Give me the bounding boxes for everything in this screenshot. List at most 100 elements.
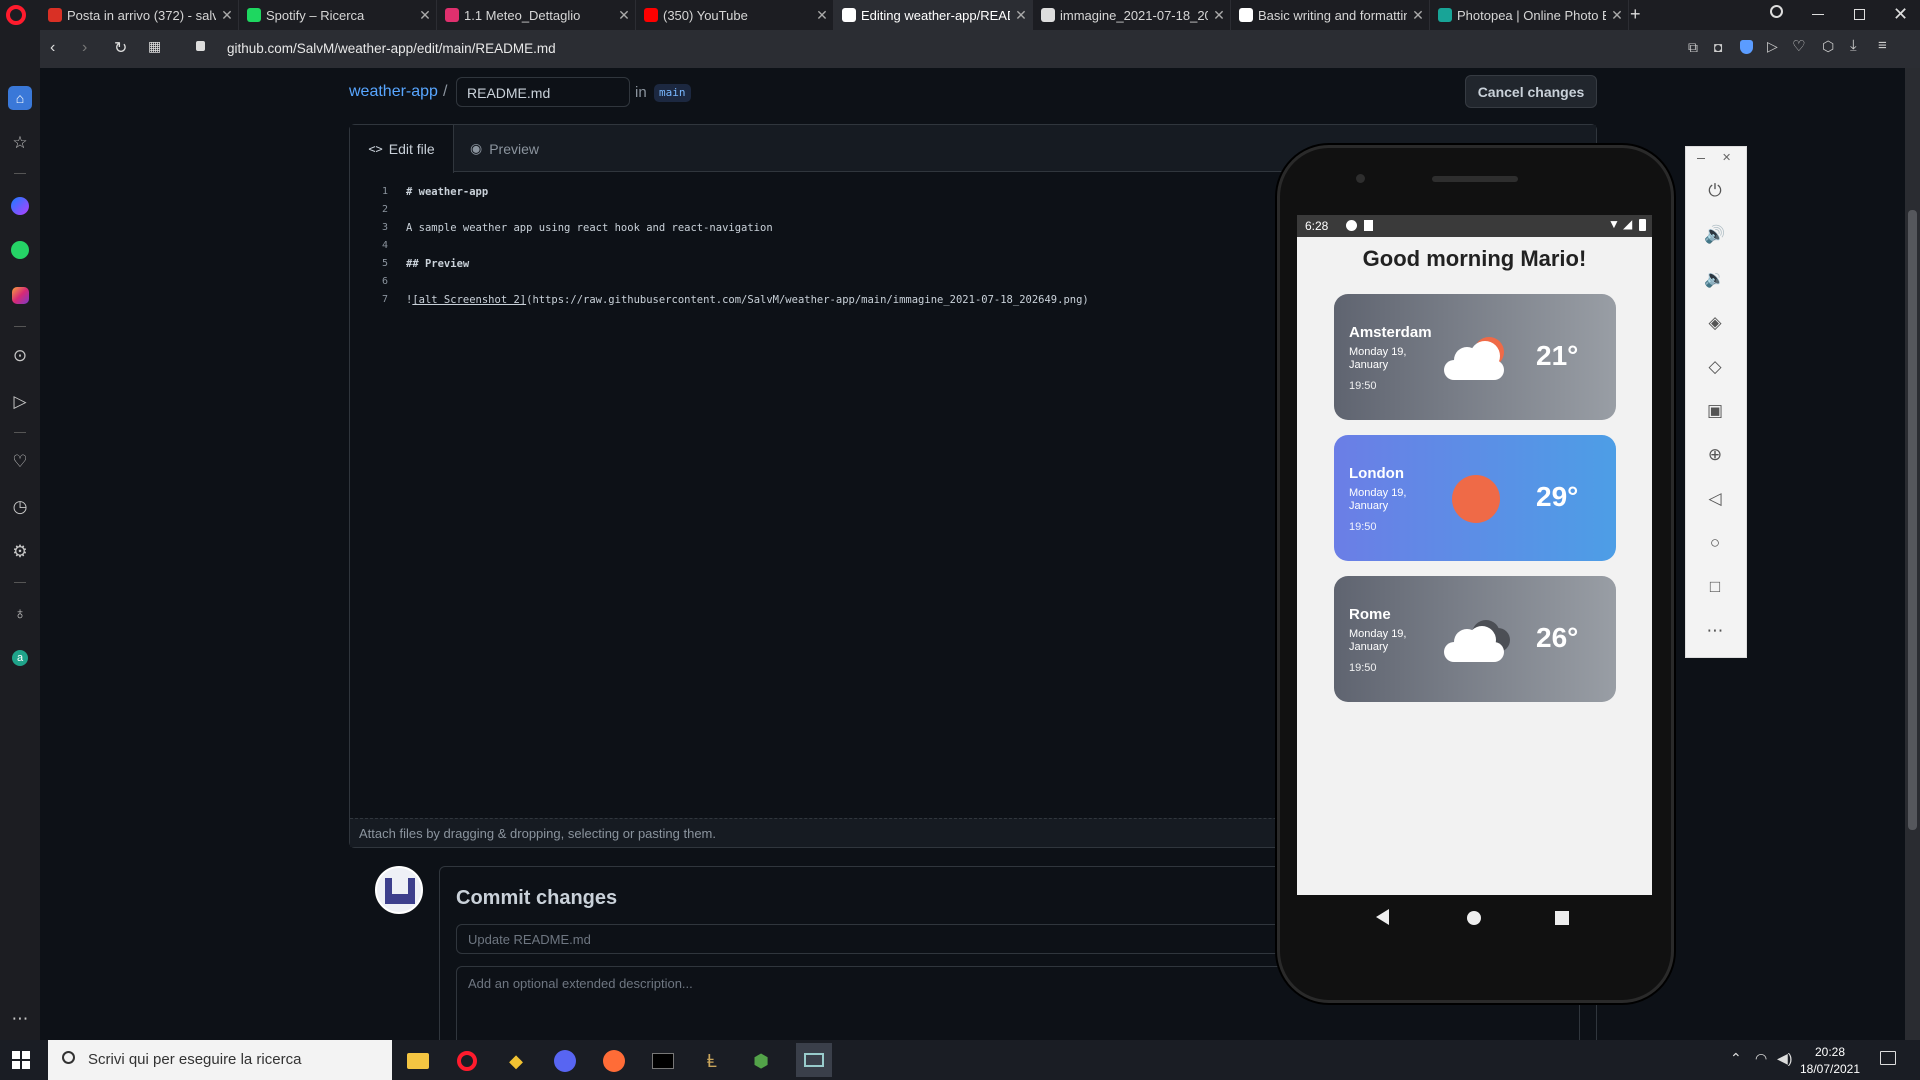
lock-icon xyxy=(196,41,205,51)
weather-card-rome[interactable]: Rome Monday 19, January 19:50 26° xyxy=(1334,576,1616,702)
volume-icon[interactable]: ◀) xyxy=(1777,1050,1792,1067)
postman-icon[interactable] xyxy=(600,1047,628,1075)
reload-icon[interactable]: ↻ xyxy=(114,38,127,58)
tab-close-icon[interactable]: ✕ xyxy=(1606,7,1628,24)
tray-chevron-icon[interactable]: ⌃ xyxy=(1730,1050,1742,1067)
back-icon[interactable]: ‹ xyxy=(50,39,55,57)
rotate-left-icon[interactable]: ◈ xyxy=(1703,311,1727,335)
tabs-grid-icon[interactable]: ▦ xyxy=(148,38,161,55)
browser-tab[interactable]: Spotify – Ricerca ✕ xyxy=(239,0,437,30)
filename-value: README.md xyxy=(467,85,551,101)
heart-icon[interactable]: ♡ xyxy=(1792,37,1805,55)
windows-start-icon[interactable] xyxy=(12,1051,30,1069)
more-options-icon[interactable]: ⋯ xyxy=(1703,619,1727,643)
menu-lines-icon[interactable]: ≡ xyxy=(1878,37,1887,54)
cube-icon[interactable]: ⬡ xyxy=(1822,38,1834,55)
tab-close-icon[interactable]: ✕ xyxy=(1010,7,1032,24)
tab-favicon-icon xyxy=(1438,8,1452,22)
weather-card-amsterdam[interactable]: Amsterdam Monday 19, January 19:50 21° xyxy=(1334,294,1616,420)
star-icon[interactable]: ☆ xyxy=(8,131,32,155)
camera-icon[interactable]: ◘ xyxy=(1714,39,1722,55)
card-temp: 21° xyxy=(1536,340,1579,371)
browser-tab[interactable]: immagine_2021-07-18_202 ✕ xyxy=(1033,0,1231,30)
messenger-icon[interactable] xyxy=(8,194,32,218)
download-icon[interactable]: ⤓ xyxy=(1850,37,1857,54)
notification-center-icon[interactable] xyxy=(1880,1051,1896,1065)
tab-close-icon[interactable]: ✕ xyxy=(613,7,635,24)
path-separator: / xyxy=(443,83,448,100)
tab-close-icon[interactable]: ✕ xyxy=(811,7,833,24)
close-window-button[interactable]: ✕ xyxy=(1893,4,1908,25)
forward-icon[interactable]: › xyxy=(82,39,87,57)
emulator-minimize-button[interactable] xyxy=(1697,158,1705,159)
tab-close-icon[interactable]: ✕ xyxy=(216,7,238,24)
nav-recents-button[interactable] xyxy=(1555,911,1569,925)
browser-tab[interactable]: (350) YouTube ✕ xyxy=(636,0,834,30)
tab-close-icon[interactable]: ✕ xyxy=(1407,7,1429,24)
browser-tab[interactable]: Photopea | Online Photo E ✕ xyxy=(1430,0,1629,30)
more-dots-icon[interactable]: ⋯ xyxy=(8,1007,32,1031)
new-tab-button[interactable]: + xyxy=(1630,4,1641,25)
home-circle-icon[interactable]: ○ xyxy=(1703,531,1727,555)
browser-tab[interactable]: Basic writing and formattin ✕ xyxy=(1231,0,1430,30)
instagram-icon[interactable] xyxy=(8,283,32,307)
network-icon[interactable]: ◠ xyxy=(1755,1050,1767,1067)
player-icon[interactable]: ⊙ xyxy=(8,344,32,368)
browser-tab[interactable]: Editing weather-app/READ ✕ xyxy=(834,0,1033,30)
taskbar-time[interactable]: 20:28 xyxy=(1803,1045,1857,1059)
weather-card-london[interactable]: London Monday 19, January 19:50 29° xyxy=(1334,435,1616,561)
opera-taskbar-icon[interactable] xyxy=(453,1047,481,1075)
send-icon[interactable]: ▷ xyxy=(1767,38,1778,55)
history-icon[interactable]: ◷ xyxy=(8,495,32,519)
nav-home-button[interactable] xyxy=(1467,911,1481,925)
emulator-taskbar-icon[interactable] xyxy=(796,1043,832,1077)
volume-up-icon[interactable]: 🔊 xyxy=(1703,223,1727,247)
terminal-icon[interactable] xyxy=(649,1047,677,1075)
rotate-right-icon[interactable]: ◇ xyxy=(1703,355,1727,379)
url-field[interactable]: github.com/SalvM/weather-app/edit/main/R… xyxy=(227,41,556,56)
line-number: 5 xyxy=(381,258,388,269)
adblock-shield-icon[interactable] xyxy=(1740,40,1753,54)
minimize-window-button[interactable] xyxy=(1812,14,1824,15)
tab-close-icon[interactable]: ✕ xyxy=(1208,7,1230,24)
tab-label: (350) YouTube xyxy=(663,7,748,23)
browser-tab[interactable]: Posta in arrivo (372) - salv ✕ xyxy=(40,0,239,30)
power-icon[interactable]: ⏻ xyxy=(1703,179,1727,203)
browser-sidebar: ⌂ ☆ ⊙ ▷ ♡ ◷ ⚙ ♁ a ⋯ xyxy=(0,30,40,1040)
opera-logo-icon[interactable] xyxy=(6,5,26,25)
overview-square-icon[interactable]: □ xyxy=(1703,575,1727,599)
filename-input[interactable]: README.md xyxy=(456,77,630,107)
back-triangle-icon[interactable]: ◁ xyxy=(1703,487,1727,511)
zoom-icon[interactable]: ⊕ xyxy=(1703,443,1727,467)
lightbulb-icon[interactable]: ♁ xyxy=(8,602,32,626)
volume-down-icon[interactable]: 🔉 xyxy=(1703,267,1727,291)
code-line: ![alt Screenshot 2](https://raw.githubus… xyxy=(406,294,1089,306)
repo-link[interactable]: weather-app xyxy=(349,83,438,101)
search-tabs-icon[interactable] xyxy=(1770,5,1783,18)
cancel-changes-button[interactable]: Cancel changes xyxy=(1465,75,1597,108)
taskbar-date[interactable]: 18/07/2021 xyxy=(1796,1062,1864,1076)
git-icon[interactable]: ◆ xyxy=(502,1047,530,1075)
settings-gear-icon[interactable]: ⚙ xyxy=(8,540,32,564)
league-icon[interactable]: Ⱡ xyxy=(698,1047,726,1075)
page-scrollbar-thumb[interactable] xyxy=(1908,210,1917,830)
favorites-heart-icon[interactable]: ♡ xyxy=(8,450,32,474)
home-icon[interactable]: ⌂ xyxy=(8,86,32,110)
aria-icon[interactable]: a xyxy=(8,646,32,670)
nav-back-button[interactable] xyxy=(1376,909,1389,925)
browser-tab[interactable]: 1.1 Meteo_Dettaglio ✕ xyxy=(437,0,636,30)
file-explorer-icon[interactable] xyxy=(404,1047,432,1075)
flow-send-icon[interactable]: ▷ xyxy=(8,390,32,414)
whatsapp-icon[interactable] xyxy=(8,238,32,262)
discord-icon[interactable] xyxy=(551,1047,579,1075)
taskbar-search-box[interactable]: Scrivi qui per eseguire la ricerca xyxy=(48,1040,392,1080)
tab-edit-file[interactable]: <> Edit file xyxy=(350,125,454,173)
screenshot-camera-icon[interactable]: ▣ xyxy=(1703,399,1727,423)
tab-preview[interactable]: ◉ Preview xyxy=(470,125,539,172)
restore-window-button[interactable] xyxy=(1854,9,1865,20)
snapshot-icon[interactable]: ⧉ xyxy=(1688,39,1698,56)
tab-close-icon[interactable]: ✕ xyxy=(414,7,436,24)
emulator-close-button[interactable]: ✕ xyxy=(1722,151,1731,164)
sun-icon xyxy=(1452,475,1500,523)
node-icon[interactable]: ⬢ xyxy=(747,1047,775,1075)
